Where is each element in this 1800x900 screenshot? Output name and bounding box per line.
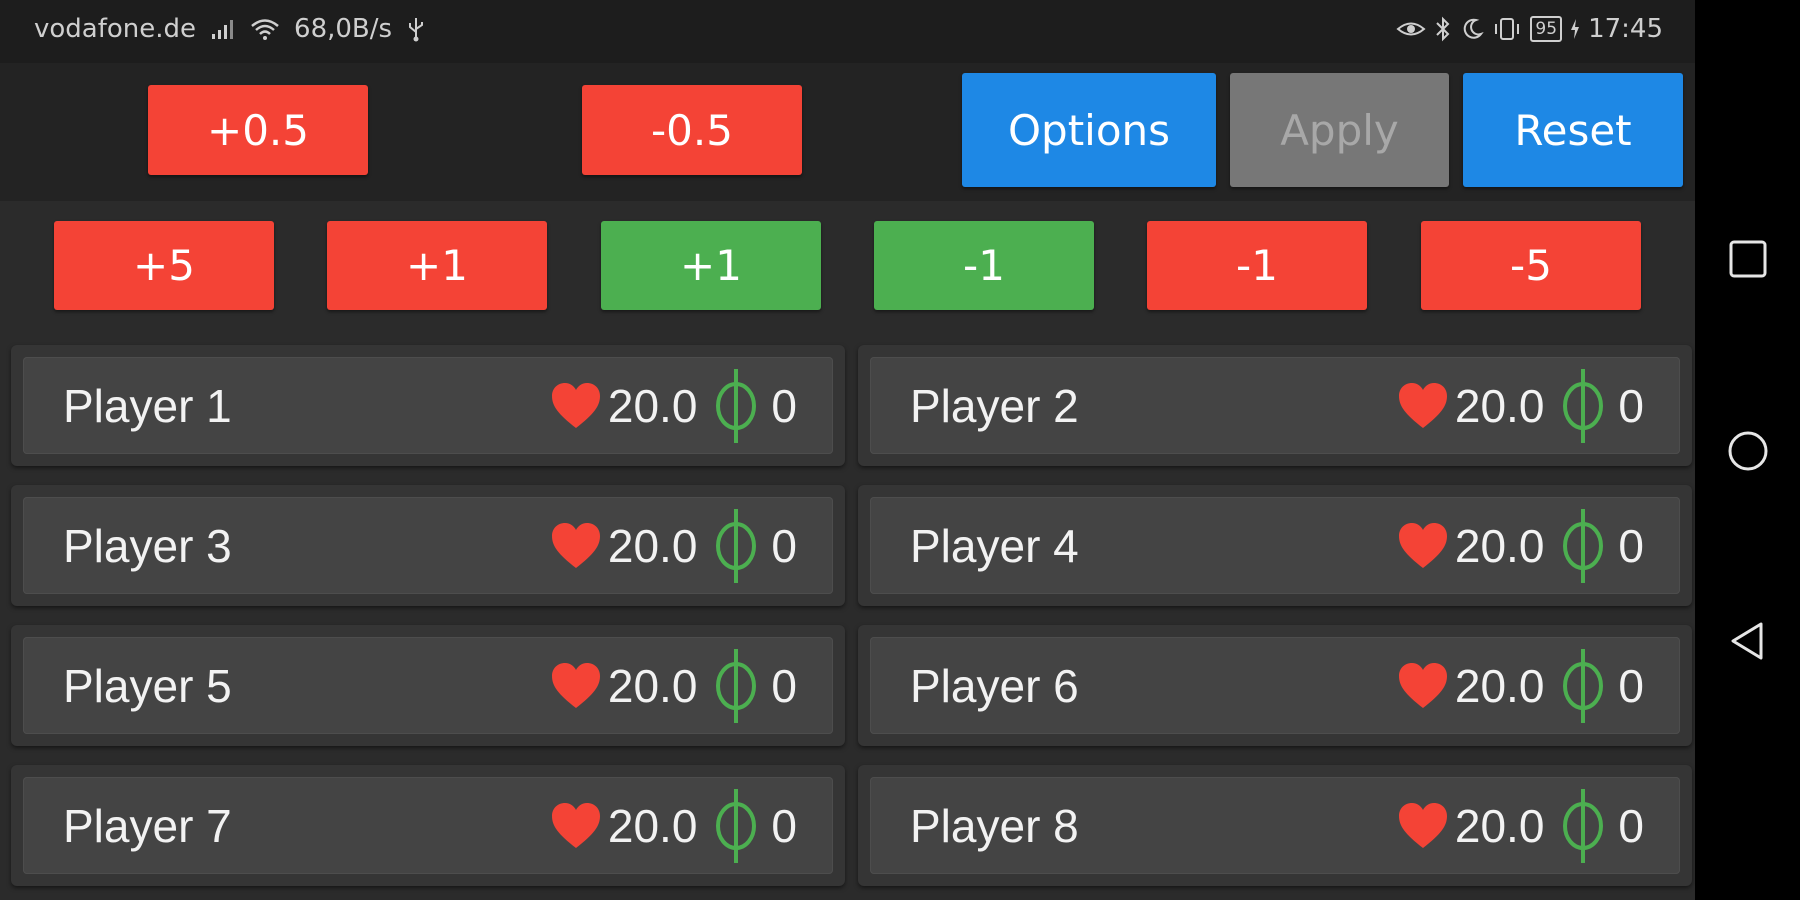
status-bar: vodafone.de 68,0B/s 95 17:45 [0,0,1695,63]
player-stats: 20.0 0 [550,367,797,445]
battery-level: 95 [1535,19,1558,39]
heart-icon [551,522,600,568]
poison-phi-icon [716,508,757,583]
poison-phi-icon [1563,508,1604,583]
player-name: Player 3 [63,519,232,572]
players-grid: Player 1 20.0 0 Player 2 20.0 0 Player 3… [0,331,1695,900]
status-right: 95 17:45 [1396,14,1663,44]
poison-phi-icon [716,648,757,723]
life-value: 20.0 [1454,379,1545,432]
navigation-bar [1695,0,1800,900]
minus-five-button[interactable]: -5 [1421,221,1641,310]
poison-phi-icon [1563,648,1604,723]
player-card[interactable]: Player 7 20.0 0 [11,765,845,886]
player-stats: 20.0 0 [550,647,797,725]
back-triangle-icon[interactable] [1727,620,1769,662]
life-value: 20.0 [1454,519,1545,572]
life-value: 20.0 [607,379,698,432]
player-card-inner: Player 8 20.0 0 [870,777,1680,874]
app-root: vodafone.de 68,0B/s 95 17:45 +0.5 -0.5 O… [0,0,1800,900]
poison-value: 0 [771,799,797,852]
carrier-label: vodafone.de [34,14,197,44]
plus-half-button[interactable]: +0.5 [148,85,368,175]
poison-value: 0 [1618,659,1644,712]
poison-phi-icon [716,368,757,443]
bluetooth-icon [1434,16,1452,42]
poison-value: 0 [771,659,797,712]
player-card-inner: Player 3 20.0 0 [23,497,833,594]
plus-one-green-button[interactable]: +1 [601,221,821,310]
player-name: Player 8 [910,799,1079,852]
life-value: 20.0 [1454,799,1545,852]
poison-value: 0 [1618,799,1644,852]
minus-one-green-button[interactable]: -1 [874,221,1094,310]
plus-one-red-button[interactable]: +1 [327,221,547,310]
player-card-inner: Player 1 20.0 0 [23,357,833,454]
life-value: 20.0 [1454,659,1545,712]
heart-icon [551,662,600,708]
options-button[interactable]: Options [962,73,1216,187]
player-card[interactable]: Player 5 20.0 0 [11,625,845,746]
poison-phi-icon [1563,788,1604,863]
player-name: Player 7 [63,799,232,852]
player-stats: 20.0 0 [1397,647,1644,725]
poison-phi-icon [716,788,757,863]
battery-icon: 95 [1530,16,1563,42]
home-circle-icon[interactable] [1727,430,1769,472]
player-card[interactable]: Player 8 20.0 0 [858,765,1692,886]
life-value: 20.0 [607,799,698,852]
player-card[interactable]: Player 1 20.0 0 [11,345,845,466]
signal-icon [210,18,236,40]
player-card[interactable]: Player 3 20.0 0 [11,485,845,606]
usb-icon [406,16,426,42]
player-card-inner: Player 4 20.0 0 [870,497,1680,594]
player-card[interactable]: Player 2 20.0 0 [858,345,1692,466]
player-card-inner: Player 7 20.0 0 [23,777,833,874]
clock-label: 17:45 [1588,14,1663,44]
heart-icon [1398,662,1447,708]
poison-value: 0 [1618,519,1644,572]
minus-half-button[interactable]: -0.5 [582,85,802,175]
charging-icon [1570,18,1580,40]
player-name: Player 6 [910,659,1079,712]
player-card-inner: Player 5 20.0 0 [23,637,833,734]
heart-icon [551,382,600,428]
player-stats: 20.0 0 [550,787,797,865]
player-card-inner: Player 2 20.0 0 [870,357,1680,454]
life-value: 20.0 [607,519,698,572]
apply-button[interactable]: Apply [1230,73,1449,187]
plus-five-button[interactable]: +5 [54,221,274,310]
minus-one-red-button[interactable]: -1 [1147,221,1367,310]
player-name: Player 4 [910,519,1079,572]
player-card[interactable]: Player 6 20.0 0 [858,625,1692,746]
recents-square-icon[interactable] [1727,238,1769,280]
player-name: Player 5 [63,659,232,712]
speed-label: 68,0B/s [294,14,393,44]
player-stats: 20.0 0 [1397,367,1644,445]
player-name: Player 1 [63,379,232,432]
heart-icon [1398,802,1447,848]
reset-button[interactable]: Reset [1463,73,1683,187]
wifi-icon [250,17,280,41]
vibrate-icon [1492,17,1522,41]
heart-icon [551,802,600,848]
player-card-inner: Player 6 20.0 0 [870,637,1680,734]
moon-icon [1460,17,1485,41]
status-left: vodafone.de 68,0B/s [34,14,426,44]
player-stats: 20.0 0 [550,507,797,585]
player-stats: 20.0 0 [1397,787,1644,865]
player-card[interactable]: Player 4 20.0 0 [858,485,1692,606]
poison-value: 0 [771,519,797,572]
heart-icon [1398,522,1447,568]
eye-icon [1396,18,1426,40]
heart-icon [1398,382,1447,428]
step-buttons-row: +5 +1 +1 -1 -1 -5 [0,201,1695,331]
toolbar: +0.5 -0.5 Options Apply Reset [0,63,1695,201]
life-value: 20.0 [607,659,698,712]
poison-value: 0 [771,379,797,432]
player-stats: 20.0 0 [1397,507,1644,585]
player-name: Player 2 [910,379,1079,432]
poison-phi-icon [1563,368,1604,443]
poison-value: 0 [1618,379,1644,432]
